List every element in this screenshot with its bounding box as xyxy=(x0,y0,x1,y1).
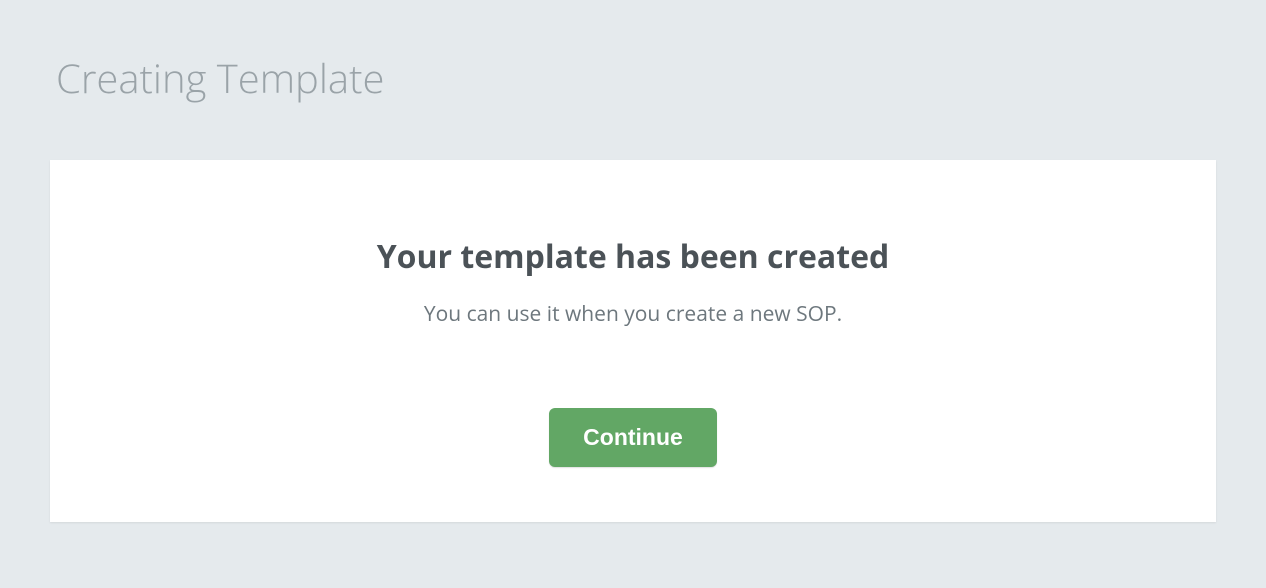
confirmation-card: Your template has been created You can u… xyxy=(50,160,1216,522)
card-heading: Your template has been created xyxy=(90,235,1176,278)
page-container: Creating Template Your template has been… xyxy=(0,0,1266,552)
continue-button[interactable]: Continue xyxy=(549,408,717,467)
card-subtext: You can use it when you create a new SOP… xyxy=(90,300,1176,328)
page-title: Creating Template xyxy=(56,50,1216,105)
